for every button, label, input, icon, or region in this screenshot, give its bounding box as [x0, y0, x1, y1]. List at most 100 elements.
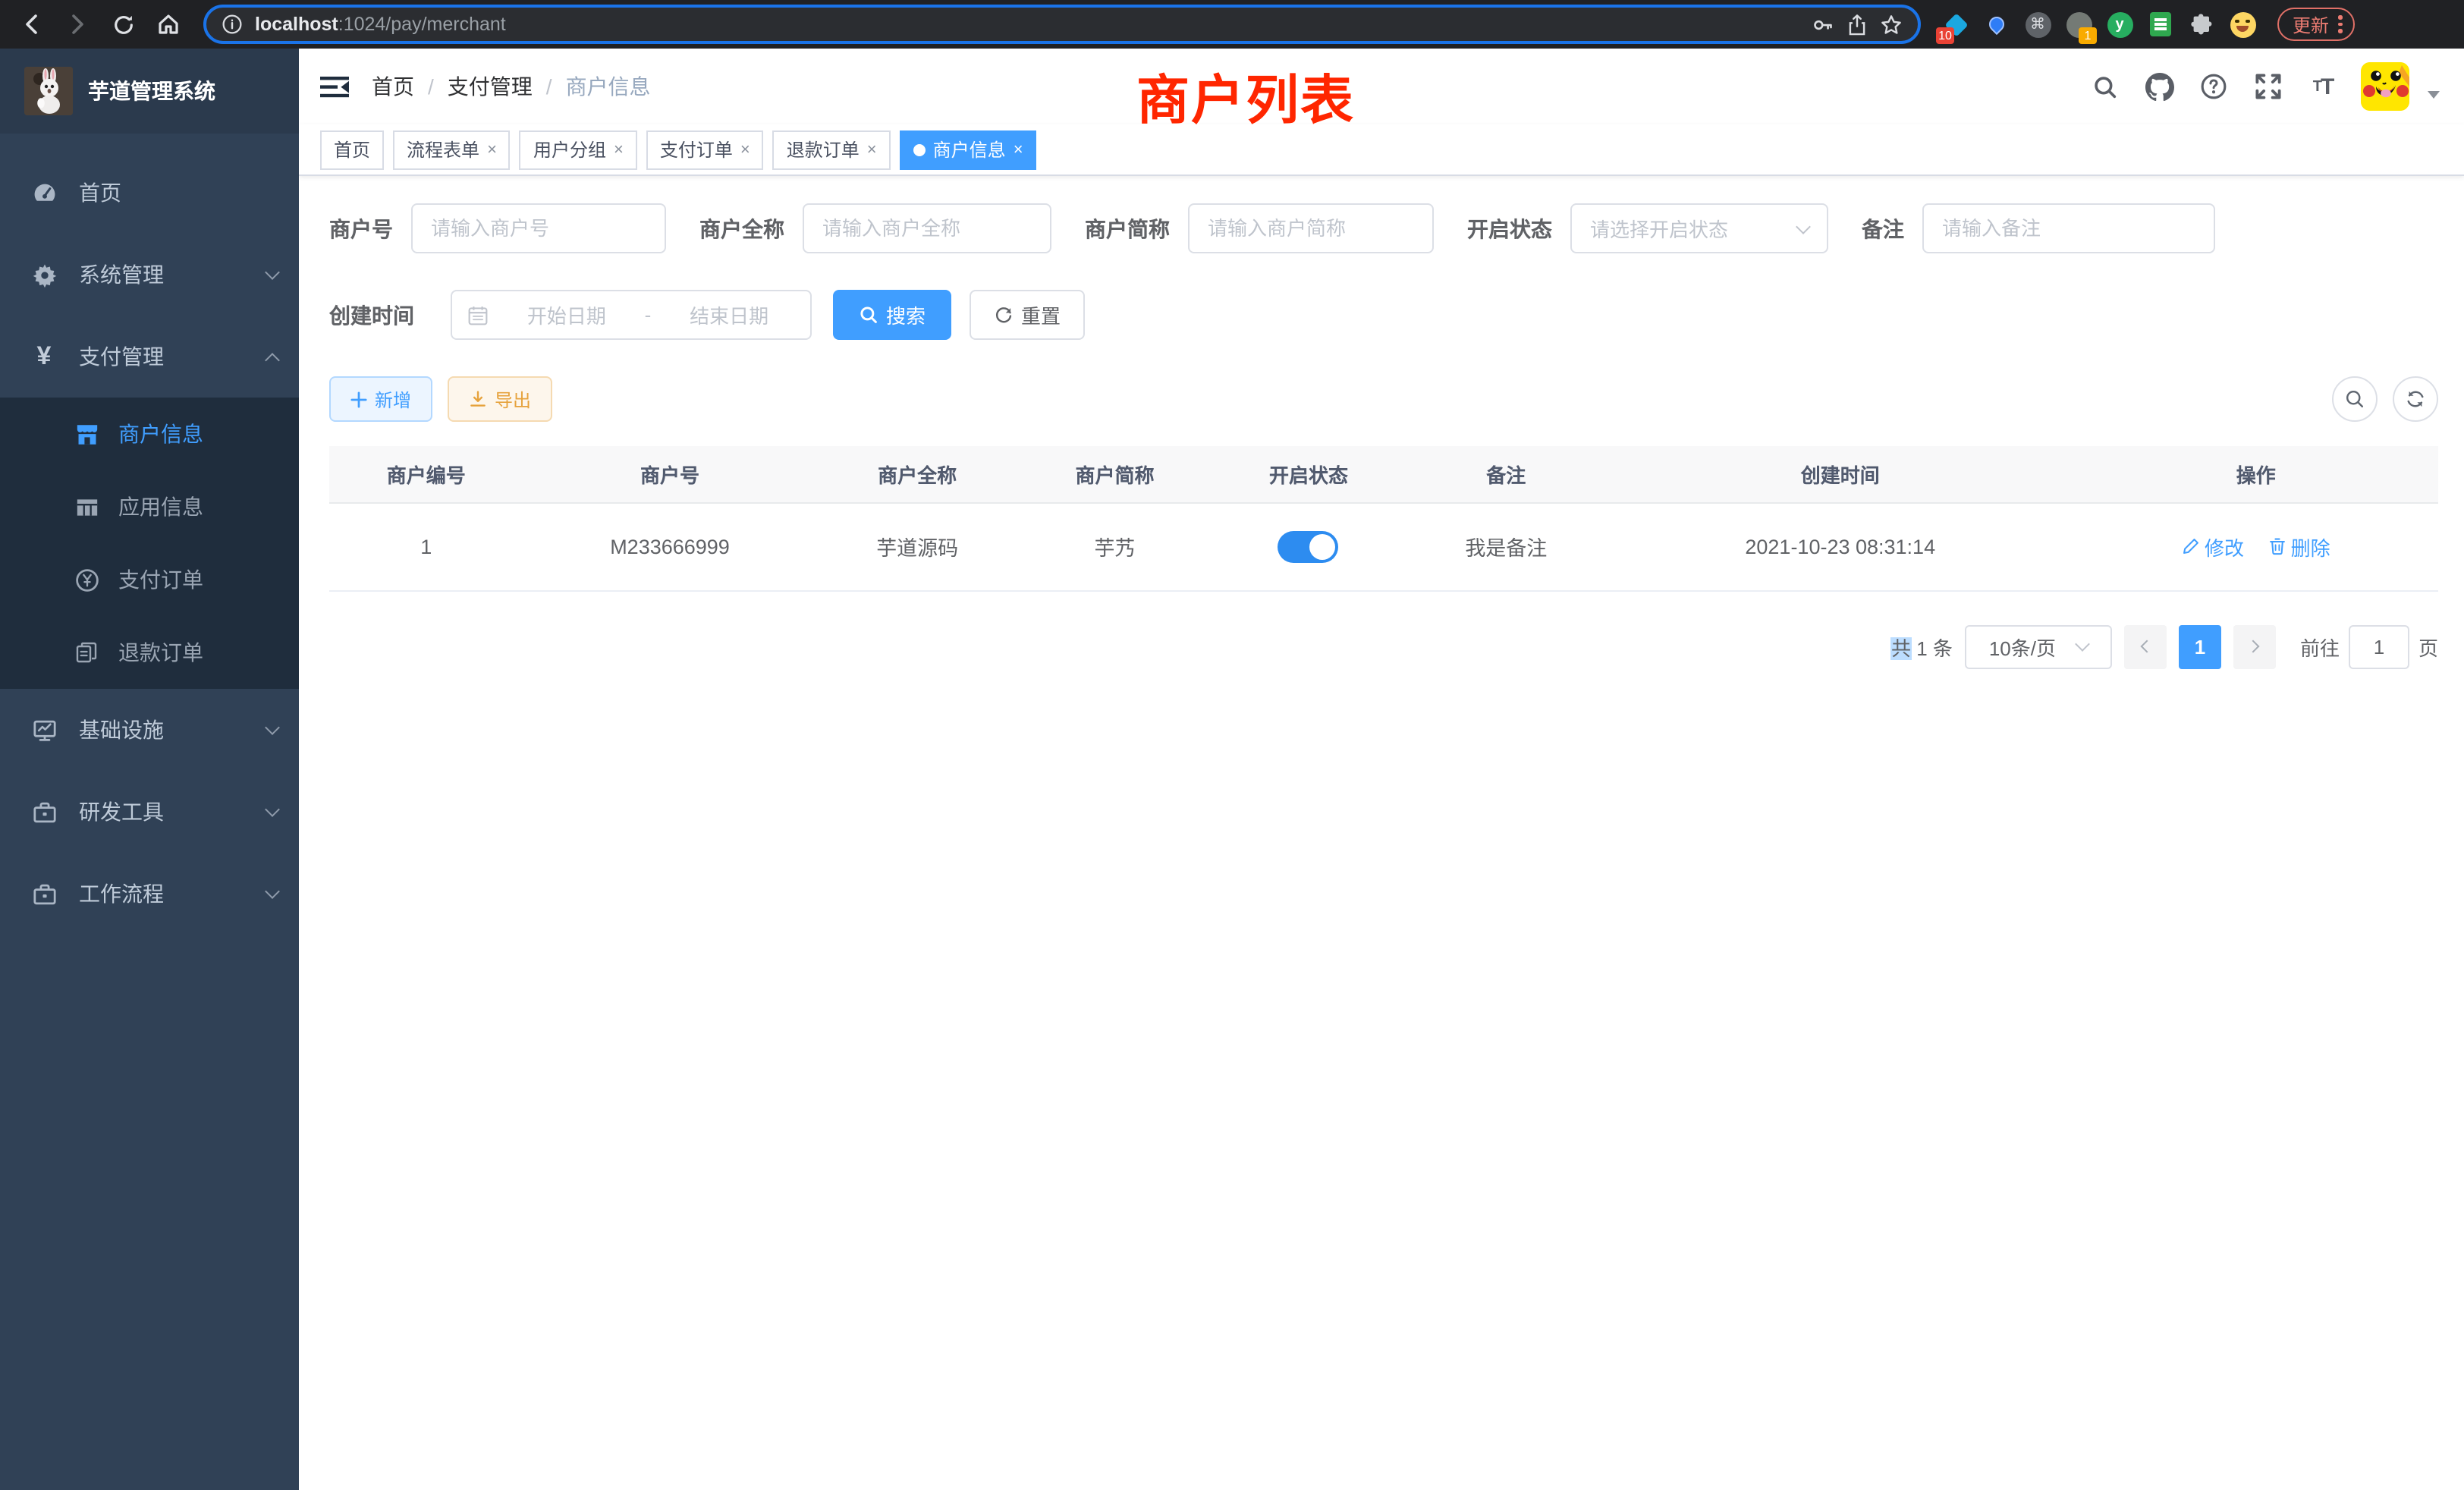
share-icon[interactable]	[1846, 13, 1868, 36]
document-copy-icon	[73, 640, 100, 665]
breadcrumb-home[interactable]: 首页	[372, 71, 414, 102]
browser-back-button[interactable]	[12, 5, 52, 44]
page-content: 商户号 商户全称 商户简称 开启状态 请选择开启状态	[299, 176, 2464, 668]
breadcrumb-pay[interactable]: 支付管理	[448, 71, 533, 102]
browser-forward-button[interactable]	[58, 5, 97, 44]
extension-pin-icon[interactable]	[1983, 11, 2010, 38]
extension-diamond-icon[interactable]: 10	[1942, 11, 1969, 38]
status-toggle[interactable]	[1278, 530, 1339, 562]
filter-row-2: 创建时间 开始日期 - 结束日期 搜索 重置	[329, 290, 2438, 340]
breadcrumb-separator: /	[546, 74, 552, 99]
tabs-bar: 首页 流程表单× 用户分组× 支付订单× 退款订单× 商户信息×	[299, 124, 2464, 176]
browser-update-button[interactable]: 更新	[2277, 8, 2354, 41]
extension-doc-icon[interactable]	[2147, 11, 2174, 38]
tab-process-form[interactable]: 流程表单×	[393, 130, 511, 169]
fullscreen-icon[interactable]	[2252, 70, 2285, 103]
page-number-1[interactable]: 1	[2179, 624, 2221, 668]
sidebar-item-label: 支付订单	[118, 564, 203, 595]
app-logo[interactable]: 芋道管理系统	[0, 49, 299, 134]
sidebar-item-merchant-info[interactable]: 商户信息	[0, 398, 299, 470]
chevron-down-icon	[265, 720, 280, 735]
merchant-no-input[interactable]	[411, 203, 666, 253]
tab-pay-order[interactable]: 支付订单×	[646, 130, 764, 169]
chevron-right-icon	[2246, 640, 2259, 653]
edit-link[interactable]: 修改	[2182, 532, 2244, 561]
avatar-dropdown-caret[interactable]	[2428, 90, 2440, 98]
extensions-puzzle-icon[interactable]	[2188, 11, 2215, 38]
chevron-down-icon	[265, 884, 280, 899]
url-text: localhost:1024/pay/merchant	[255, 14, 506, 35]
sidebar-item-infra[interactable]: 基础设施	[0, 689, 299, 771]
sidebar-item-pay[interactable]: ¥ 支付管理	[0, 316, 299, 398]
refresh-button[interactable]	[2393, 376, 2438, 422]
create-time-range-picker[interactable]: 开始日期 - 结束日期	[451, 290, 812, 340]
extension-command-icon[interactable]: ⌘	[2024, 11, 2051, 38]
font-size-icon[interactable]: TT	[2306, 70, 2340, 103]
tab-home[interactable]: 首页	[320, 130, 384, 169]
status-select[interactable]: 请选择开启状态	[1570, 203, 1828, 253]
cell-full-name: 芋道源码	[817, 502, 1018, 590]
toolbox-icon	[30, 799, 58, 825]
page-jumper: 前往 页	[2300, 624, 2438, 668]
help-icon[interactable]	[2197, 70, 2230, 103]
delete-link[interactable]: 删除	[2268, 532, 2330, 561]
close-icon[interactable]: ×	[867, 140, 877, 159]
cell-remark: 我是备注	[1406, 502, 1607, 590]
address-bar[interactable]: localhost:1024/pay/merchant	[203, 5, 1921, 44]
browser-menu-icon[interactable]	[2338, 16, 2342, 33]
table-row: 1 M233666999 芋道源码 芋艿 我是备注 2021-10-23 08:…	[329, 502, 2438, 590]
password-key-icon[interactable]	[1812, 13, 1834, 36]
sidebar-item-app-info[interactable]: 应用信息	[0, 470, 299, 543]
gear-icon	[30, 262, 58, 288]
close-icon[interactable]: ×	[740, 140, 750, 159]
close-icon[interactable]: ×	[614, 140, 624, 159]
sidebar-fold-icon[interactable]	[317, 70, 350, 103]
sidebar-item-pay-order[interactable]: 支付订单	[0, 543, 299, 616]
col-full-name: 商户全称	[817, 446, 1018, 502]
sidebar-item-dev-tools[interactable]: 研发工具	[0, 771, 299, 853]
export-button[interactable]: 导出	[448, 376, 552, 422]
storefront-icon	[73, 421, 100, 447]
sidebar-item-home[interactable]: 首页	[0, 152, 299, 234]
page-size-select[interactable]: 10条/页	[1965, 624, 2112, 668]
jumper-suffix: 页	[2418, 632, 2438, 661]
date-start-placeholder: 开始日期	[501, 300, 633, 329]
close-icon[interactable]: ×	[1014, 140, 1023, 159]
github-icon[interactable]	[2142, 70, 2176, 103]
reset-button[interactable]: 重置	[970, 290, 1085, 340]
tab-user-group[interactable]: 用户分组×	[520, 130, 637, 169]
col-create-time: 创建时间	[1607, 446, 2074, 502]
short-name-input[interactable]	[1188, 203, 1434, 253]
full-name-input[interactable]	[803, 203, 1051, 253]
sidebar-item-refund-order[interactable]: 退款订单	[0, 616, 299, 689]
prev-page-button[interactable]	[2124, 624, 2167, 668]
cell-create-time: 2021-10-23 08:31:14	[1607, 502, 2074, 590]
pagination: 共 1 条 10条/页 1 前往 页	[329, 624, 2438, 668]
table-header-row: 商户编号 商户号 商户全称 商户简称 开启状态 备注 创建时间 操作	[329, 446, 2438, 502]
sidebar-item-system[interactable]: 系统管理	[0, 234, 299, 316]
breadcrumb: 首页 / 支付管理 / 商户信息	[372, 71, 651, 102]
site-info-icon[interactable]	[222, 14, 243, 35]
jumper-input[interactable]	[2349, 624, 2409, 668]
toggle-search-button[interactable]	[2332, 376, 2378, 422]
close-icon[interactable]: ×	[487, 140, 497, 159]
browser-home-button[interactable]	[149, 5, 188, 44]
col-short-name: 商户简称	[1018, 446, 1212, 502]
tab-merchant-info[interactable]: 商户信息×	[900, 130, 1037, 169]
bookmark-star-icon[interactable]	[1880, 13, 1903, 36]
browser-reload-button[interactable]	[103, 5, 143, 44]
add-button[interactable]: 新增	[329, 376, 432, 422]
user-avatar[interactable]	[2361, 62, 2409, 111]
extension-circle-icon[interactable]: 1	[2065, 11, 2092, 38]
tab-refund-order[interactable]: 退款订单×	[773, 130, 891, 169]
remark-input[interactable]	[1922, 203, 2215, 253]
extension-y-icon[interactable]: y	[2106, 11, 2133, 38]
sidebar-item-workflow[interactable]: 工作流程	[0, 853, 299, 935]
chevron-down-icon	[1796, 218, 1811, 234]
search-button[interactable]: 搜索	[833, 290, 951, 340]
extension-emoji-icon[interactable]	[2229, 11, 2256, 38]
remark-label: 备注	[1862, 213, 1904, 244]
next-page-button[interactable]	[2233, 624, 2276, 668]
header-search-icon[interactable]	[2088, 70, 2121, 103]
update-label: 更新	[2293, 11, 2329, 37]
